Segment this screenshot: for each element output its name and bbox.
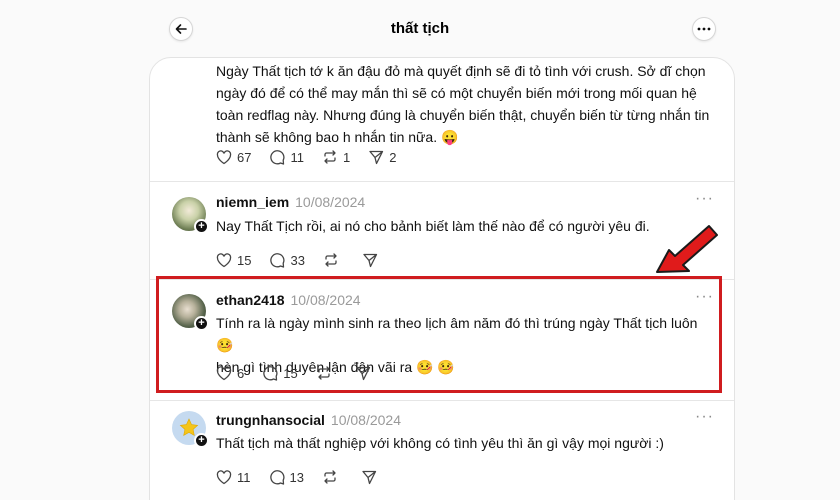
more-options-button[interactable] bbox=[692, 17, 716, 41]
top-bar: thất tịch bbox=[0, 0, 840, 58]
comment-icon bbox=[269, 470, 284, 485]
annotation-arrow-icon bbox=[656, 225, 718, 273]
like-count: 15 bbox=[237, 252, 252, 268]
post-text: Nay Thất Tịch rồi, ai nó cho bảnh biết l… bbox=[216, 218, 650, 234]
send-icon bbox=[369, 150, 384, 165]
like-button[interactable]: 67 bbox=[216, 150, 251, 165]
heart-icon bbox=[216, 149, 232, 164]
post-text: Thất tịch mà thất nghiệp với không có tì… bbox=[216, 435, 664, 451]
post-date: 10/08/2024 bbox=[330, 412, 401, 428]
like-count: 11 bbox=[237, 469, 251, 485]
post-date: 10/08/2024 bbox=[295, 194, 366, 210]
heart-icon bbox=[216, 469, 232, 484]
divider bbox=[150, 400, 734, 401]
post-actions: 67 11 1 2 bbox=[216, 147, 414, 167]
avatar[interactable]: + bbox=[172, 411, 209, 448]
comment-icon bbox=[270, 253, 285, 268]
repost-button[interactable]: 1 bbox=[322, 149, 350, 165]
repost-icon bbox=[325, 253, 337, 267]
comment-button[interactable]: 13 bbox=[269, 469, 304, 485]
share-button[interactable] bbox=[362, 252, 383, 268]
post-header: trungnhansocial 10/08/2024 bbox=[216, 412, 401, 428]
more-horizontal-icon bbox=[697, 27, 711, 31]
comment-button[interactable]: 11 bbox=[269, 149, 304, 165]
post-actions: 11 13 bbox=[216, 467, 400, 487]
comment-count: 33 bbox=[290, 252, 305, 268]
highlight-box bbox=[156, 276, 722, 393]
comment-icon bbox=[270, 150, 285, 165]
avatar[interactable]: + bbox=[172, 197, 209, 234]
repost-icon bbox=[324, 150, 336, 164]
post-text: Ngày Thất tịch tớ k ăn đậu đỏ mà quyết đ… bbox=[216, 63, 710, 145]
heart-icon bbox=[216, 252, 232, 267]
comment-button[interactable]: 33 bbox=[269, 252, 305, 268]
share-count: 2 bbox=[389, 149, 397, 165]
username[interactable]: trungnhansocial bbox=[216, 412, 325, 428]
like-button[interactable]: 15 bbox=[216, 253, 251, 268]
divider bbox=[150, 181, 734, 182]
follow-plus-icon[interactable]: + bbox=[194, 433, 209, 448]
repost-button[interactable] bbox=[322, 469, 343, 485]
share-button[interactable]: 2 bbox=[368, 149, 396, 165]
share-button[interactable] bbox=[361, 469, 382, 485]
post-more-icon[interactable]: ··· bbox=[695, 190, 714, 208]
repost-button[interactable] bbox=[323, 252, 344, 268]
username[interactable]: niemn_iem bbox=[216, 194, 289, 210]
follow-plus-icon[interactable]: + bbox=[194, 219, 209, 234]
comment-count: 11 bbox=[290, 149, 304, 165]
send-icon bbox=[362, 470, 377, 485]
repost-icon bbox=[324, 470, 336, 484]
comment-count: 13 bbox=[289, 469, 304, 485]
like-button[interactable]: 11 bbox=[216, 470, 251, 485]
post-actions: 15 33 bbox=[216, 250, 401, 270]
send-icon bbox=[363, 253, 378, 268]
repost-count: 1 bbox=[342, 149, 351, 165]
like-count: 67 bbox=[237, 149, 252, 165]
post-more-icon[interactable]: ··· bbox=[695, 408, 714, 426]
post-header: niemn_iem 10/08/2024 bbox=[216, 194, 365, 210]
